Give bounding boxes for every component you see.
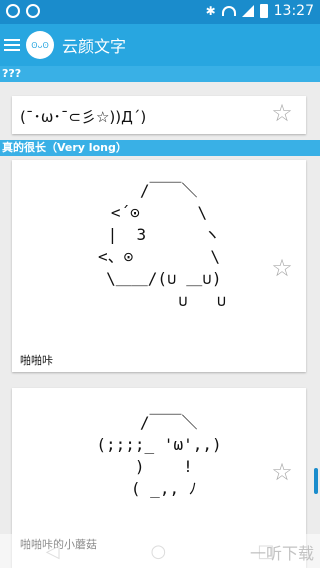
watermark: 一听下载 bbox=[249, 544, 314, 563]
kaomoji-card[interactable]: /￣￣＼ <´⊙ \ | 3 ヽ <、⊙ \ \＿＿/(∪ ＿∪) ∪ ∪ ☆ … bbox=[12, 160, 306, 372]
kaomoji-art: /￣￣＼ <´⊙ \ | 3 ヽ <、⊙ \ \＿＿/(∪ ＿∪) ∪ ∪ bbox=[98, 181, 227, 310]
kaomoji-art: /￣￣＼ (;;;;_ 'ω',,) ) ! ( _,, ﾉ bbox=[96, 413, 222, 498]
app-bar: ʘᴗʘ 云颜文字 bbox=[0, 24, 320, 66]
bluetooth-icon: ✱ bbox=[205, 4, 216, 18]
app-logo: ʘᴗʘ bbox=[26, 31, 54, 59]
status-bar: ✱ 13:27 bbox=[0, 0, 320, 24]
signal-icon bbox=[241, 5, 254, 17]
app-title: 云颜文字 bbox=[62, 37, 127, 56]
star-icon[interactable]: ☆ bbox=[270, 101, 294, 125]
notification-icon bbox=[26, 4, 40, 18]
home-icon[interactable]: ○ bbox=[151, 541, 167, 562]
section-header-unknown: ??? bbox=[0, 66, 320, 82]
battery-icon bbox=[259, 4, 268, 18]
twitter-icon bbox=[6, 4, 20, 18]
wifi-icon bbox=[221, 6, 236, 16]
star-icon[interactable]: ☆ bbox=[270, 256, 294, 280]
scrollbar[interactable] bbox=[314, 468, 318, 494]
kaomoji-caption: 啪啪咔 bbox=[20, 354, 53, 367]
star-icon[interactable]: ☆ bbox=[270, 460, 294, 484]
kaomoji-text: (¯･ω･¯⊂彡☆))Д´) bbox=[20, 108, 147, 126]
back-icon[interactable]: ◁ bbox=[46, 541, 60, 562]
section-header-very-long: 真的很长（Very long） bbox=[0, 140, 320, 156]
menu-icon[interactable] bbox=[4, 36, 20, 54]
kaomoji-card[interactable]: (¯･ω･¯⊂彡☆))Д´) ☆ bbox=[12, 96, 306, 134]
clock: 13:27 bbox=[273, 3, 314, 19]
